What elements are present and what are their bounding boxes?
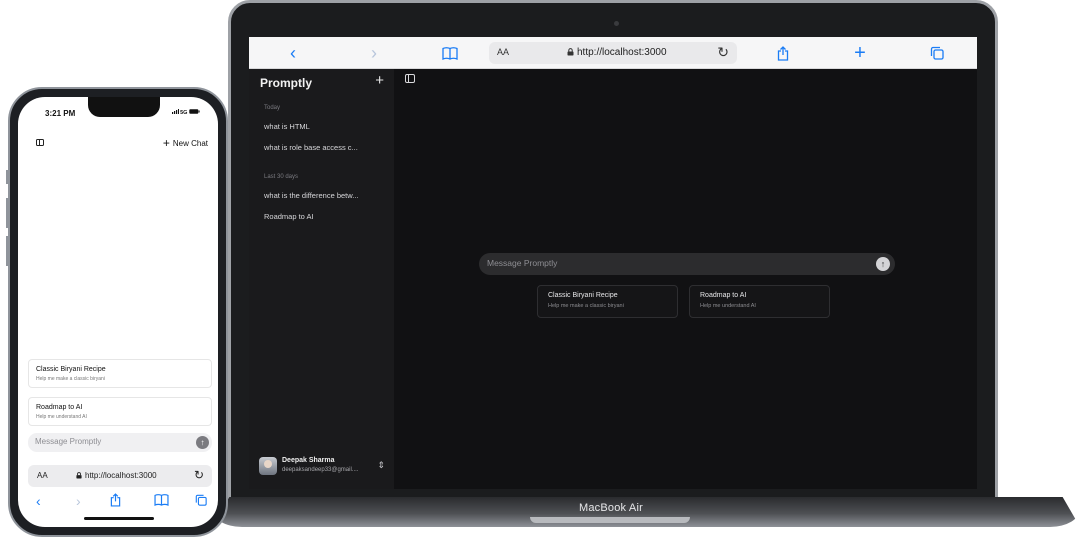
- battery-icon: [189, 109, 200, 114]
- suggestion-subtitle: Help me make a classic biryani: [36, 376, 105, 382]
- message-input[interactable]: Message Promptly ↑: [28, 433, 212, 452]
- signal-icon: [171, 109, 179, 114]
- send-button[interactable]: ↑: [876, 257, 890, 271]
- message-input[interactable]: Message Promptly ↑: [479, 253, 895, 275]
- suggestion-card[interactable]: Classic Biryani Recipe Help me make a cl…: [28, 359, 212, 388]
- suggestion-title: Classic Biryani Recipe: [548, 292, 618, 299]
- reload-icon[interactable]: ↻: [194, 468, 204, 482]
- suggestion-card[interactable]: Classic Biryani Recipe Help me make a cl…: [537, 285, 678, 318]
- user-email: deepaksandeep33@gmail....: [282, 467, 359, 473]
- safari-toolbar: ‹ › AA http://localhost:3000 ↻ +: [249, 37, 977, 69]
- app-brand: Promptly: [260, 76, 313, 90]
- address-bar[interactable]: AA http://localhost:3000 ↻: [489, 42, 737, 64]
- url-label: http://localhost:3000: [577, 47, 667, 58]
- suggestion-subtitle: Help me understand AI: [700, 303, 756, 309]
- home-indicator: [84, 517, 154, 520]
- chat-history-item[interactable]: Roadmap to AI: [264, 212, 314, 221]
- user-profile-button[interactable]: Deepak Sharma deepaksandeep33@gmail.... …: [257, 455, 387, 479]
- network-label: 5G: [180, 110, 188, 116]
- chevron-right-icon[interactable]: ›: [366, 43, 382, 63]
- message-placeholder: Message Promptly: [35, 437, 102, 446]
- new-chat-button[interactable]: + New Chat: [163, 136, 208, 150]
- device-mockup: ‹ › AA http://localhost:3000 ↻ + Promptl…: [0, 0, 1080, 541]
- address-bar[interactable]: AA http://localhost:3000 ↻: [28, 465, 212, 487]
- share-icon[interactable]: [110, 493, 121, 510]
- url-text: http://localhost:3000: [76, 471, 157, 480]
- camera-dot: [614, 21, 619, 26]
- plus-icon[interactable]: +: [852, 43, 868, 63]
- lock-icon: [567, 48, 574, 56]
- chat-history-item[interactable]: what is HTML: [264, 122, 310, 131]
- new-chat-label: New Chat: [172, 139, 208, 148]
- send-button[interactable]: ↑: [196, 436, 209, 449]
- chat-sidebar: Promptly + Today what is HTML what is ro…: [249, 69, 394, 489]
- section-label-today: Today: [264, 105, 281, 111]
- phone-frame: 3:21 PM 5G + New Chat Classic Biryani Rec…: [8, 87, 228, 537]
- section-label-last-30-days: Last 30 days: [264, 174, 299, 180]
- laptop-model-label: MacBook Air: [579, 502, 643, 514]
- plus-icon: +: [162, 136, 170, 150]
- tabs-icon[interactable]: [195, 493, 207, 509]
- message-placeholder: Message Promptly: [487, 258, 558, 268]
- suggestion-title: Roadmap to AI: [700, 292, 747, 299]
- toggle-sidebar-icon[interactable]: [405, 74, 415, 83]
- chat-main: Message Promptly ↑ Classic Biryani Recip…: [394, 69, 977, 489]
- chevron-up-down-icon: ⇕: [377, 460, 385, 470]
- chat-history-item[interactable]: what is role base access c...: [264, 143, 358, 152]
- suggestion-card[interactable]: Roadmap to AI Help me understand AI: [28, 397, 212, 426]
- toggle-sidebar-icon[interactable]: [36, 139, 44, 146]
- laptop-lid: ‹ › AA http://localhost:3000 ↻ + Promptl…: [228, 0, 998, 510]
- chevron-left-icon[interactable]: ‹: [36, 493, 41, 509]
- status-indicators: 5G: [171, 109, 200, 116]
- laptop-screen: ‹ › AA http://localhost:3000 ↻ + Promptl…: [249, 37, 977, 489]
- status-time: 3:21 PM: [45, 109, 76, 118]
- chat-history-item[interactable]: what is the difference betw...: [264, 191, 359, 200]
- text-size-button[interactable]: AA: [497, 47, 509, 57]
- avatar: [259, 457, 277, 475]
- share-icon[interactable]: [775, 43, 791, 63]
- phone-notch: [88, 97, 160, 117]
- reload-icon[interactable]: ↻: [717, 44, 729, 61]
- chevron-left-icon[interactable]: ‹: [285, 43, 301, 63]
- chevron-right-icon[interactable]: ›: [76, 493, 81, 509]
- user-name: Deepak Sharma: [282, 457, 335, 464]
- url-text: http://localhost:3000: [567, 47, 667, 58]
- suggestion-title: Classic Biryani Recipe: [36, 366, 106, 373]
- book-icon[interactable]: [439, 43, 461, 63]
- tabs-icon[interactable]: [929, 43, 945, 63]
- hinge-notch: [530, 517, 690, 523]
- suggestion-subtitle: Help me make a classic biryani: [548, 303, 624, 309]
- suggestion-subtitle: Help me understand AI: [36, 414, 87, 420]
- text-size-button[interactable]: AA: [37, 471, 48, 480]
- url-label: http://localhost:3000: [85, 471, 157, 480]
- book-icon[interactable]: [154, 493, 169, 509]
- phone-screen: 3:21 PM 5G + New Chat Classic Biryani Rec…: [18, 97, 218, 527]
- suggestion-card[interactable]: Roadmap to AI Help me understand AI: [689, 285, 830, 318]
- suggestion-title: Roadmap to AI: [36, 404, 83, 411]
- new-chat-icon[interactable]: +: [375, 72, 384, 89]
- lock-icon: [76, 472, 82, 479]
